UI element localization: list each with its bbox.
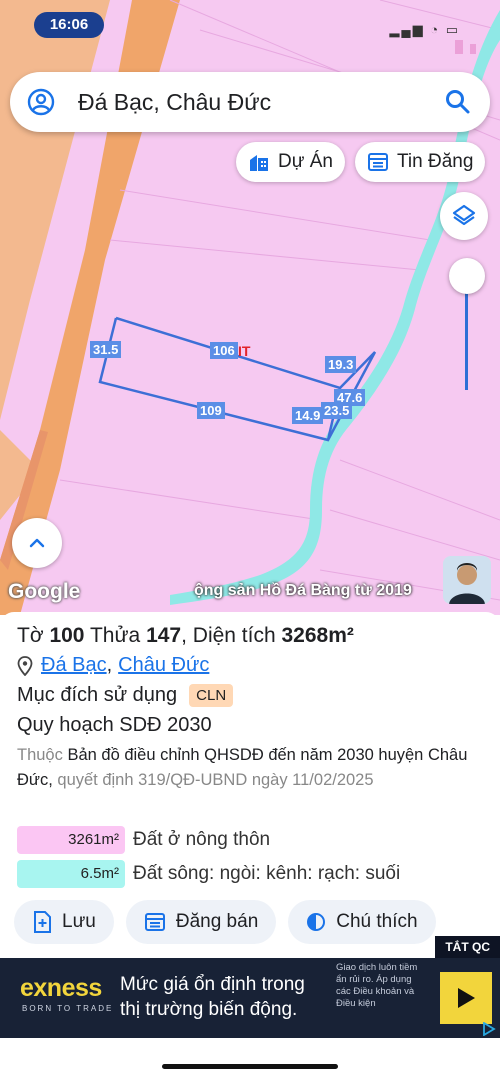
person-photo-icon: [443, 556, 491, 604]
status-time: 16:06: [34, 12, 104, 38]
edge-label-right-a: 19.3: [325, 356, 357, 373]
edge-label-bottom: 109: [197, 402, 225, 419]
commune-link[interactable]: Đá Bạc: [41, 654, 107, 677]
land-use-badge: CLN: [189, 684, 234, 707]
land-code: IT: [238, 343, 251, 359]
chip-projects[interactable]: Dự Án: [236, 142, 345, 182]
plan-description: Thuộc Bản đồ điều chỉnh QHSDĐ đến năm 20…: [17, 743, 487, 793]
account-icon[interactable]: [26, 87, 56, 117]
area-label: , Diện tích: [181, 624, 276, 647]
ad-brand: exness: [20, 974, 102, 1002]
ad-banner[interactable]: TẮT QC exness BORN TO TRADE Mức giá ổn đ…: [0, 936, 500, 1038]
desc-prefix: Thuộc: [17, 746, 63, 764]
edge-label-top: 106: [210, 342, 238, 359]
plan-decision: quyết định 319/QĐ-UBND ngày 11/02/2025: [57, 771, 374, 789]
legend-note-label: Chú thích: [336, 911, 418, 932]
play-icon: [458, 988, 475, 1008]
save-button[interactable]: Lưu: [14, 900, 114, 944]
parcel-info-panel: Tờ 100 Thửa 147, Diện tích 3268m² Đá Bạc…: [0, 612, 500, 960]
ad-choices-icon[interactable]: [482, 1022, 496, 1036]
map-view[interactable]: 16:06 ▂▄▆ ◔ ▭ 31.5 106 IT 109 19.3 47.6 …: [0, 0, 500, 615]
edge-label-right-c: 23.5: [321, 402, 353, 419]
file-add-icon: [34, 911, 51, 933]
area-value: 3268m²: [281, 624, 354, 647]
search-icon[interactable]: [444, 88, 472, 116]
status-icons: ▂▄▆ ◔ ▭: [389, 22, 460, 37]
legend-swatch-water: 6.5m²: [17, 860, 125, 888]
search-input[interactable]: Đá Bạc, Châu Đức: [78, 89, 444, 116]
sheet-number: 100: [49, 624, 85, 647]
ad-headline: Mức giá ổn định trong thị trường biến độ…: [120, 974, 305, 1020]
land-use-row: Mục đích sử dụng CLN: [17, 684, 234, 707]
home-indicator[interactable]: [162, 1064, 338, 1069]
chip-projects-label: Dự Án: [278, 151, 333, 172]
post-for-sale-button[interactable]: Đăng bán: [125, 900, 277, 944]
land-use-label: Mục đích sử dụng: [17, 684, 178, 706]
legend-row-water: 6.5m² Đất sông: ngòi: kênh: rạch: suối: [17, 860, 400, 888]
edge-label-left: 31.5: [90, 341, 122, 358]
building-icon: [250, 155, 268, 171]
list-icon: [368, 153, 388, 171]
parcel-title: Tờ 100 Thửa 147, Diện tích 3268m²: [17, 624, 354, 648]
chip-listings[interactable]: Tin Đăng: [355, 142, 486, 182]
watermark-text: ộng sản Hồ Đá Bàng từ 2019: [194, 582, 412, 599]
layers-icon: [452, 204, 476, 226]
ad-fine-print: Giao dịch luôn tiềm ẩn rủi ro. Áp dụng c…: [336, 962, 418, 1009]
opacity-slider-handle[interactable]: [449, 258, 485, 294]
action-buttons: Lưu Đăng bán Chú thích: [14, 900, 448, 944]
legend-label-water: Đất sông: ngòi: kênh: rạch: suối: [133, 863, 401, 884]
chevron-up-icon: [29, 538, 45, 548]
plan-title: Quy hoạch SDĐ 2030: [17, 714, 212, 736]
expand-button[interactable]: [12, 518, 62, 568]
legend-swatch-residential: 3261m²: [17, 826, 125, 854]
district-link[interactable]: Châu Đức: [118, 654, 209, 677]
location-pin-icon: [17, 655, 33, 676]
post-for-sale-label: Đăng bán: [175, 911, 259, 932]
sheet-label: Tờ: [17, 624, 44, 647]
close-ad-button[interactable]: TẮT QC: [435, 936, 500, 958]
layers-button[interactable]: [440, 192, 488, 240]
contrast-icon: [307, 913, 326, 931]
save-label: Lưu: [62, 911, 96, 932]
parcel-number: 147: [146, 624, 182, 647]
legend-label-residential: Đất ở nông thôn: [133, 829, 271, 850]
owner-avatar[interactable]: [443, 556, 491, 604]
chip-listings-label: Tin Đăng: [397, 151, 474, 172]
ad-play-button[interactable]: [440, 972, 492, 1024]
google-logo: Google: [8, 580, 81, 603]
parcel-label: Thửa: [89, 624, 141, 647]
legend-row-residential: 3261m² Đất ở nông thôn: [17, 826, 270, 854]
location-separator: ,: [106, 654, 113, 676]
legend-note-button[interactable]: Chú thích: [288, 900, 436, 944]
search-bar[interactable]: Đá Bạc, Châu Đức: [10, 72, 490, 132]
listing-icon: [144, 913, 165, 931]
ad-tagline: BORN TO TRADE: [22, 1004, 114, 1013]
parcel-location: Đá Bạc, Châu Đức: [17, 654, 209, 677]
edge-label-right-d: 14.9: [292, 407, 324, 424]
